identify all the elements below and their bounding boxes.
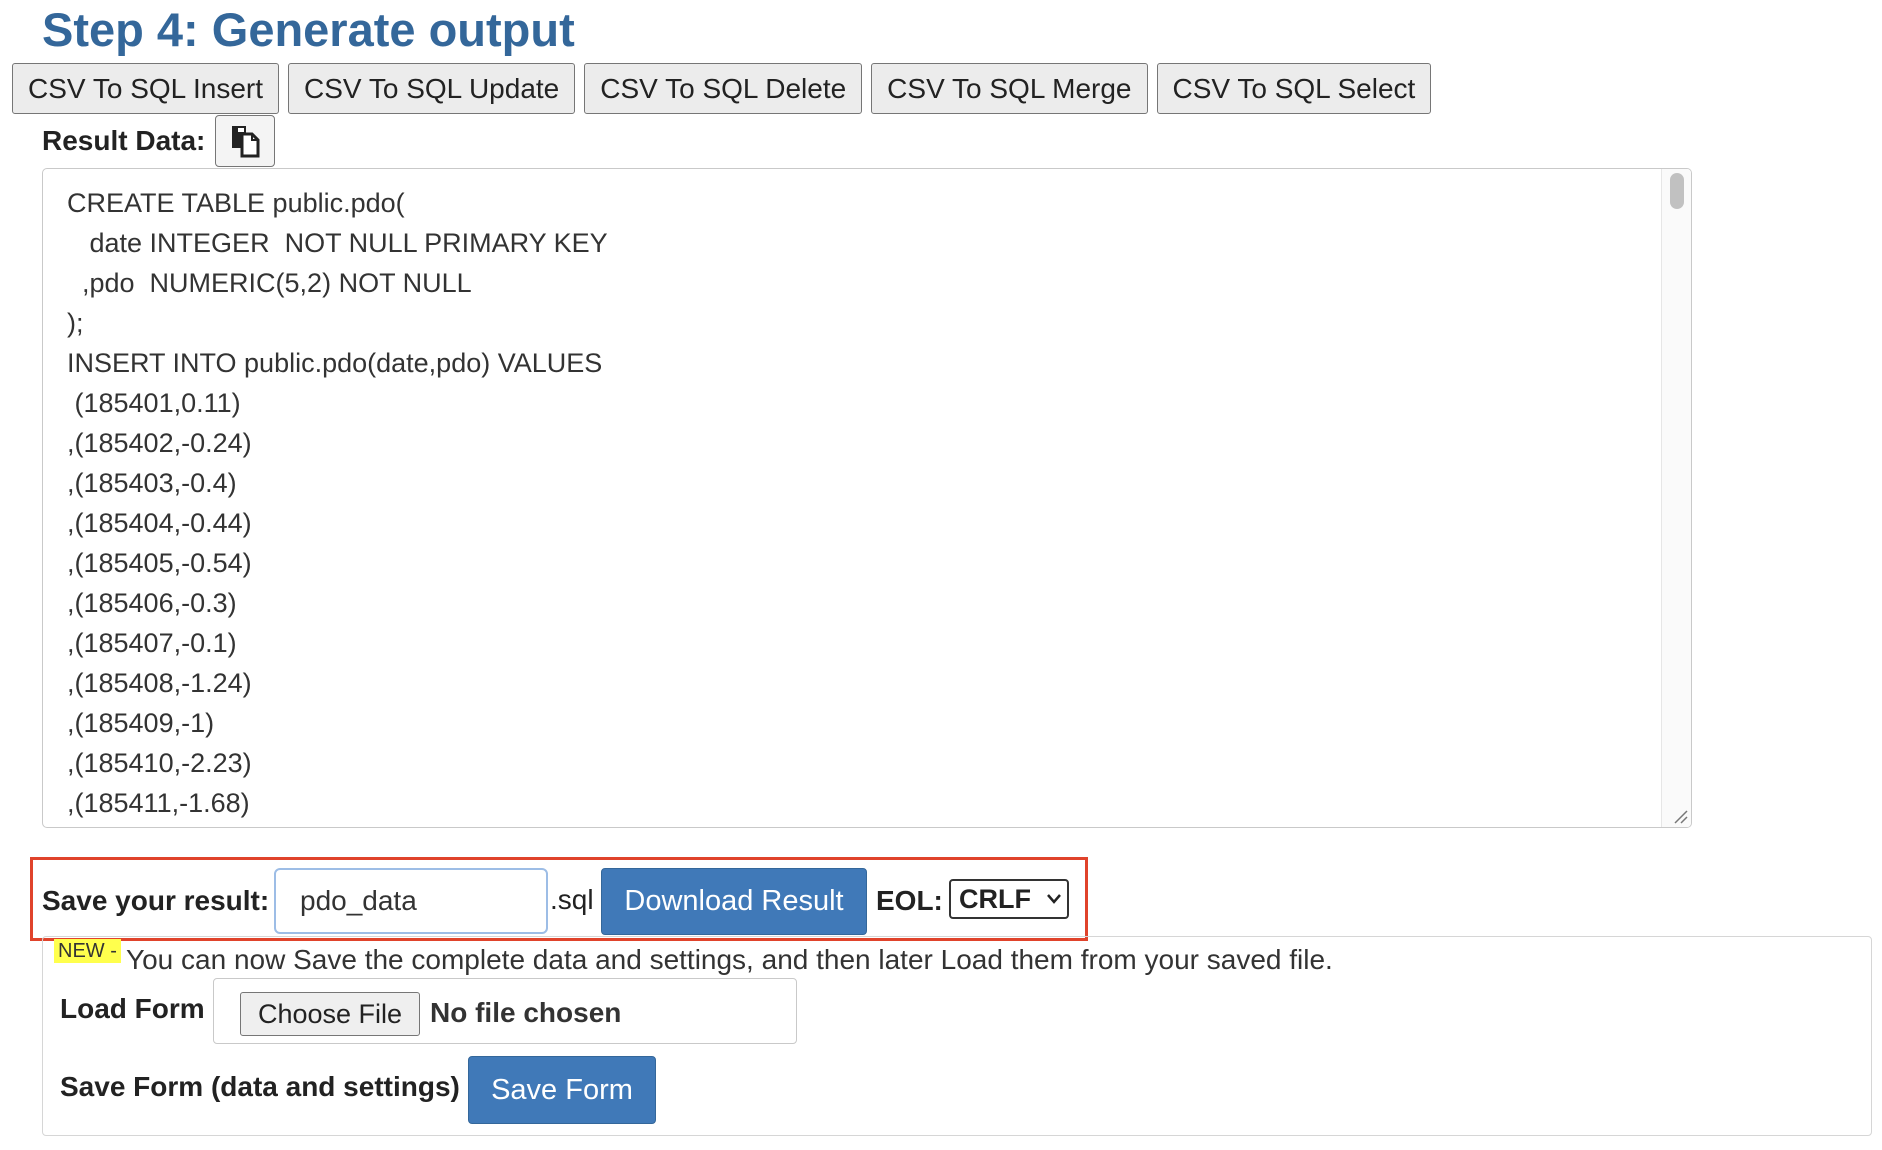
- conversion-button-row: CSV To SQL Insert CSV To SQL Update CSV …: [12, 63, 1432, 114]
- eol-label: EOL:: [876, 885, 943, 916]
- download-result-button[interactable]: Download Result: [601, 868, 867, 935]
- textarea-scrollbar[interactable]: [1661, 169, 1691, 827]
- save-form-label: Save Form (data and settings): [60, 1071, 460, 1102]
- result-line: ,(185411,-1.68): [67, 788, 250, 818]
- result-line: ,(185405,-0.54): [67, 548, 252, 578]
- new-badge: NEW -: [54, 939, 121, 963]
- result-line: ,(185410,-2.23): [67, 748, 252, 778]
- result-line: ,(185409,-1): [67, 708, 215, 738]
- save-result-label: Save your result:: [42, 885, 270, 916]
- save-form-button[interactable]: Save Form: [468, 1056, 656, 1124]
- result-line: ,(185406,-0.3): [67, 588, 237, 618]
- eol-selected-value: CRLF: [959, 883, 1031, 914]
- copy-result-button[interactable]: [215, 115, 275, 167]
- result-line: date INTEGER NOT NULL PRIMARY KEY: [67, 228, 608, 258]
- copy-icon: [232, 126, 260, 158]
- result-line: (185401,0.11): [67, 388, 241, 418]
- result-data-label: Result Data:: [42, 125, 206, 156]
- result-line: ,(185408,-1.24): [67, 668, 252, 698]
- csv-to-sql-update-button[interactable]: CSV To SQL Update: [288, 63, 576, 114]
- result-line: CREATE TABLE public.pdo(: [67, 188, 405, 218]
- no-file-chosen-text: No file chosen: [430, 997, 622, 1028]
- result-line: ,(185404,-0.44): [67, 508, 252, 538]
- csv-to-sql-select-button[interactable]: CSV To SQL Select: [1156, 63, 1432, 114]
- csv-to-sql-merge-button[interactable]: CSV To SQL Merge: [871, 63, 1148, 114]
- csv-to-sql-delete-button[interactable]: CSV To SQL Delete: [584, 63, 863, 114]
- file-extension-label: .sql: [550, 884, 594, 915]
- chevron-down-icon: [1047, 894, 1061, 904]
- result-textarea[interactable]: CREATE TABLE public.pdo( date INTEGER NO…: [42, 168, 1692, 828]
- page-title: Step 4: Generate output: [42, 3, 575, 56]
- choose-file-button[interactable]: Choose File: [240, 992, 420, 1036]
- scrollbar-thumb[interactable]: [1670, 173, 1684, 209]
- result-line: ,pdo NUMERIC(5,2) NOT NULL: [67, 268, 472, 298]
- result-line: );: [67, 308, 84, 338]
- resize-grip-icon[interactable]: [1671, 807, 1689, 825]
- result-line: ,(185402,-0.24): [67, 428, 252, 458]
- result-line: ,(185407,-0.1): [67, 628, 237, 658]
- load-form-label: Load Form: [60, 993, 205, 1024]
- result-line: ,(185403,-0.4): [67, 468, 237, 498]
- filename-input[interactable]: [274, 868, 548, 934]
- csv-to-sql-insert-button[interactable]: CSV To SQL Insert: [12, 63, 279, 114]
- eol-select[interactable]: CRLF: [949, 879, 1069, 919]
- result-text: CREATE TABLE public.pdo( date INTEGER NO…: [67, 183, 1651, 823]
- result-line: INSERT INTO public.pdo(date,pdo) VALUES: [67, 348, 603, 378]
- new-feature-text: You can now Save the complete data and s…: [126, 944, 1333, 975]
